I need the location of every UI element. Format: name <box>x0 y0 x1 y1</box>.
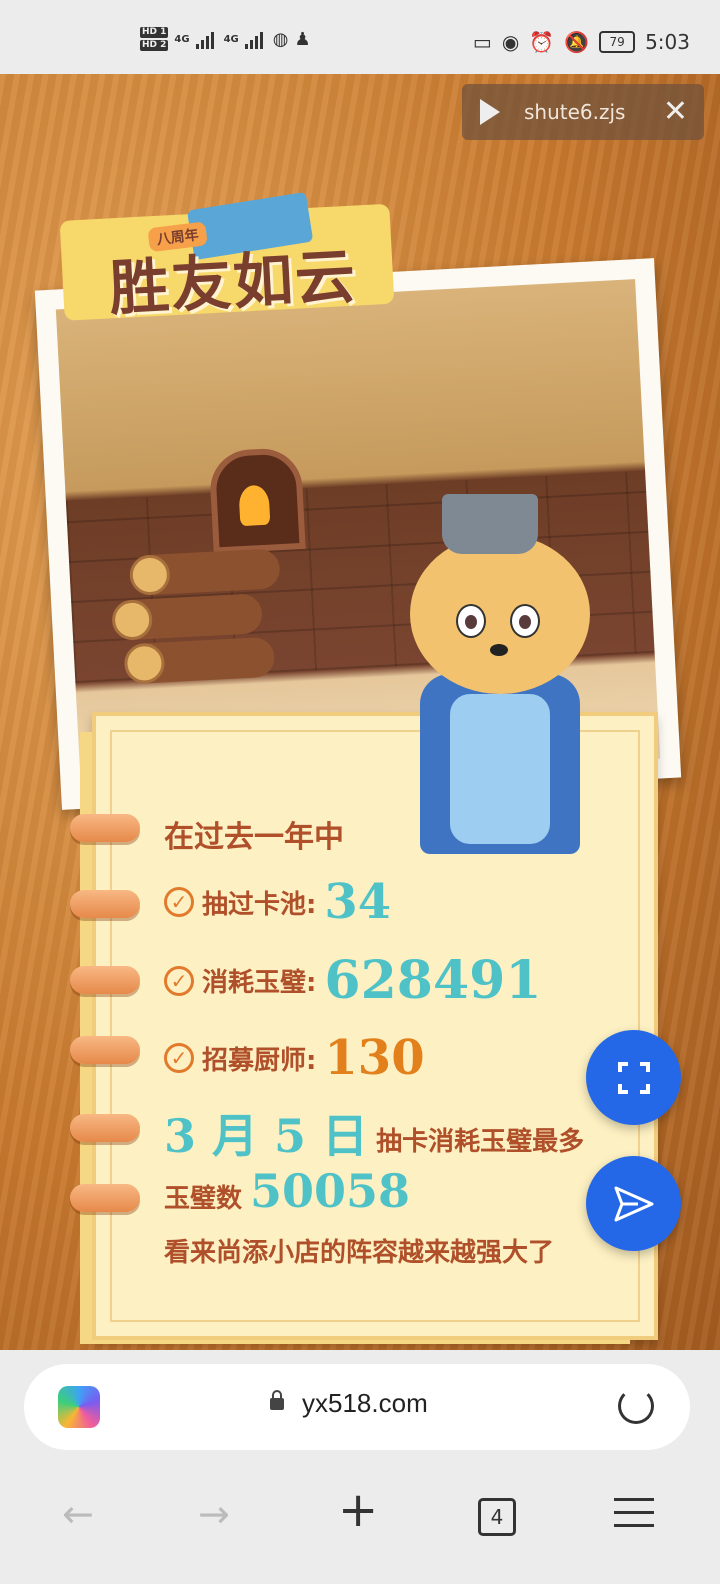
new-tab-button[interactable]: + <box>338 1482 378 1538</box>
status-bar-right: ▭ ◉ ⏰ 🔕 79 5:03 <box>473 30 690 54</box>
stat-recruit-value: 130 <box>324 1030 425 1086</box>
address-bar[interactable]: yx518.com <box>24 1364 690 1450</box>
toast-filename: shute6.zjs <box>524 100 626 124</box>
copilot-icon[interactable] <box>58 1386 100 1428</box>
hotspot-icon: ◍ <box>272 28 289 50</box>
firewood-illustration <box>109 548 286 697</box>
stat-intro-row: 在过去一年中 <box>164 812 344 856</box>
network-1-label: 4G <box>174 33 190 45</box>
stat-draw-value: 34 <box>324 874 392 930</box>
oven-illustration <box>208 446 306 554</box>
log <box>111 593 264 641</box>
stat-date-row: 3 月 5 日 抽卡消耗玉璧最多 <box>164 1100 584 1166</box>
mascot-nose <box>490 644 508 656</box>
stat-intro: 在过去一年中 <box>164 820 344 855</box>
forward-button[interactable]: → <box>198 1492 230 1536</box>
stat-closing: 看来尚添小店的阵容越来越强大了 <box>164 1238 555 1268</box>
binder-ring <box>70 1114 140 1142</box>
binder-ring <box>70 1184 140 1212</box>
send-icon <box>614 1186 653 1221</box>
battery-icon: 79 <box>599 31 636 53</box>
fire-icon <box>238 484 271 527</box>
mascot-head <box>410 534 590 694</box>
menu-icon[interactable] <box>614 1498 654 1530</box>
anniversary-badge: 八周年 胜友如云 <box>59 191 405 331</box>
log <box>123 636 276 685</box>
check-icon: ✓ <box>164 1043 194 1073</box>
crop-icon <box>617 1061 650 1094</box>
signal-2-icon <box>244 29 267 49</box>
stat-spend-row: ✓ 消耗玉璧: 628491 <box>164 950 542 1011</box>
lock-icon <box>270 1390 284 1410</box>
back-button[interactable]: ← <box>62 1492 94 1536</box>
clock: 5:03 <box>645 30 690 54</box>
alarm-icon: ⏰ <box>529 30 555 54</box>
binder-ring <box>70 966 140 994</box>
status-bar: HD 1 HD 2 4G 4G ◍ ♟ ▭ ◉ ⏰ 🔕 79 5:03 <box>0 0 720 74</box>
check-icon: ✓ <box>164 965 194 996</box>
hd-indicator: HD 1 HD 2 <box>140 26 169 52</box>
stat-jade-value: 50058 <box>250 1164 411 1218</box>
mascot-robe <box>420 674 580 854</box>
check-icon: ✓ <box>164 887 194 917</box>
network-2-label: 4G <box>223 33 239 45</box>
eye-icon: ◉ <box>501 30 520 54</box>
cast-icon: ▭ <box>472 30 492 54</box>
mascot-robe-inner <box>450 694 550 844</box>
url-text[interactable]: yx518.com <box>302 1388 428 1419</box>
stat-recruit-row: ✓ 招募厨师: 130 <box>164 1030 425 1086</box>
play-icon[interactable] <box>480 99 500 125</box>
stat-date-suffix: 抽卡消耗玉璧最多 <box>376 1126 585 1157</box>
share-button[interactable] <box>586 1156 681 1251</box>
screenshot-button[interactable] <box>586 1030 681 1125</box>
stat-draw-label: 抽过卡池: <box>202 889 317 920</box>
binder-ring <box>70 1036 140 1064</box>
hd1-label: HD 1 <box>140 27 169 38</box>
game-canvas[interactable]: shute6.zjs ✕ 八周年 胜友如云 在过去一年中 ✓ 抽过卡池: 34 … <box>0 74 720 1364</box>
stat-date-value: 3 月 5 日 <box>164 1109 369 1163</box>
signal-1-icon <box>195 29 218 49</box>
log <box>128 548 281 596</box>
close-toast-icon[interactable]: ✕ <box>663 94 688 129</box>
stat-jade-row: 玉璧数 50058 <box>164 1164 410 1218</box>
hd2-label: HD 2 <box>140 40 169 51</box>
dog-mascot <box>400 494 630 874</box>
mascot-eye <box>510 604 540 638</box>
badge-title: 胜友如云 <box>107 241 359 325</box>
reload-icon[interactable] <box>618 1388 654 1424</box>
stat-jade-label: 玉璧数 <box>164 1183 243 1214</box>
stat-spend-value: 628491 <box>324 950 542 1011</box>
qq-icon: ♟ <box>294 28 311 50</box>
mascot-eye <box>456 604 486 638</box>
stat-closing-row: 看来尚添小店的阵容越来越强大了 <box>164 1232 554 1269</box>
browser-bottom-bar: yx518.com ← → + 4 <box>0 1350 720 1584</box>
audio-toast[interactable]: shute6.zjs ✕ <box>462 84 704 140</box>
stat-draw-row: ✓ 抽过卡池: 34 <box>164 874 391 930</box>
stat-spend-label: 消耗玉璧: <box>202 968 317 998</box>
mute-icon: 🔕 <box>564 30 590 54</box>
tab-count-button[interactable]: 4 <box>478 1498 516 1536</box>
binder-ring <box>70 814 140 842</box>
binder-ring <box>70 890 140 918</box>
mascot-hat <box>442 494 538 554</box>
stat-recruit-label: 招募厨师: <box>202 1045 317 1076</box>
status-bar-left: HD 1 HD 2 4G 4G ◍ ♟ <box>140 26 311 52</box>
